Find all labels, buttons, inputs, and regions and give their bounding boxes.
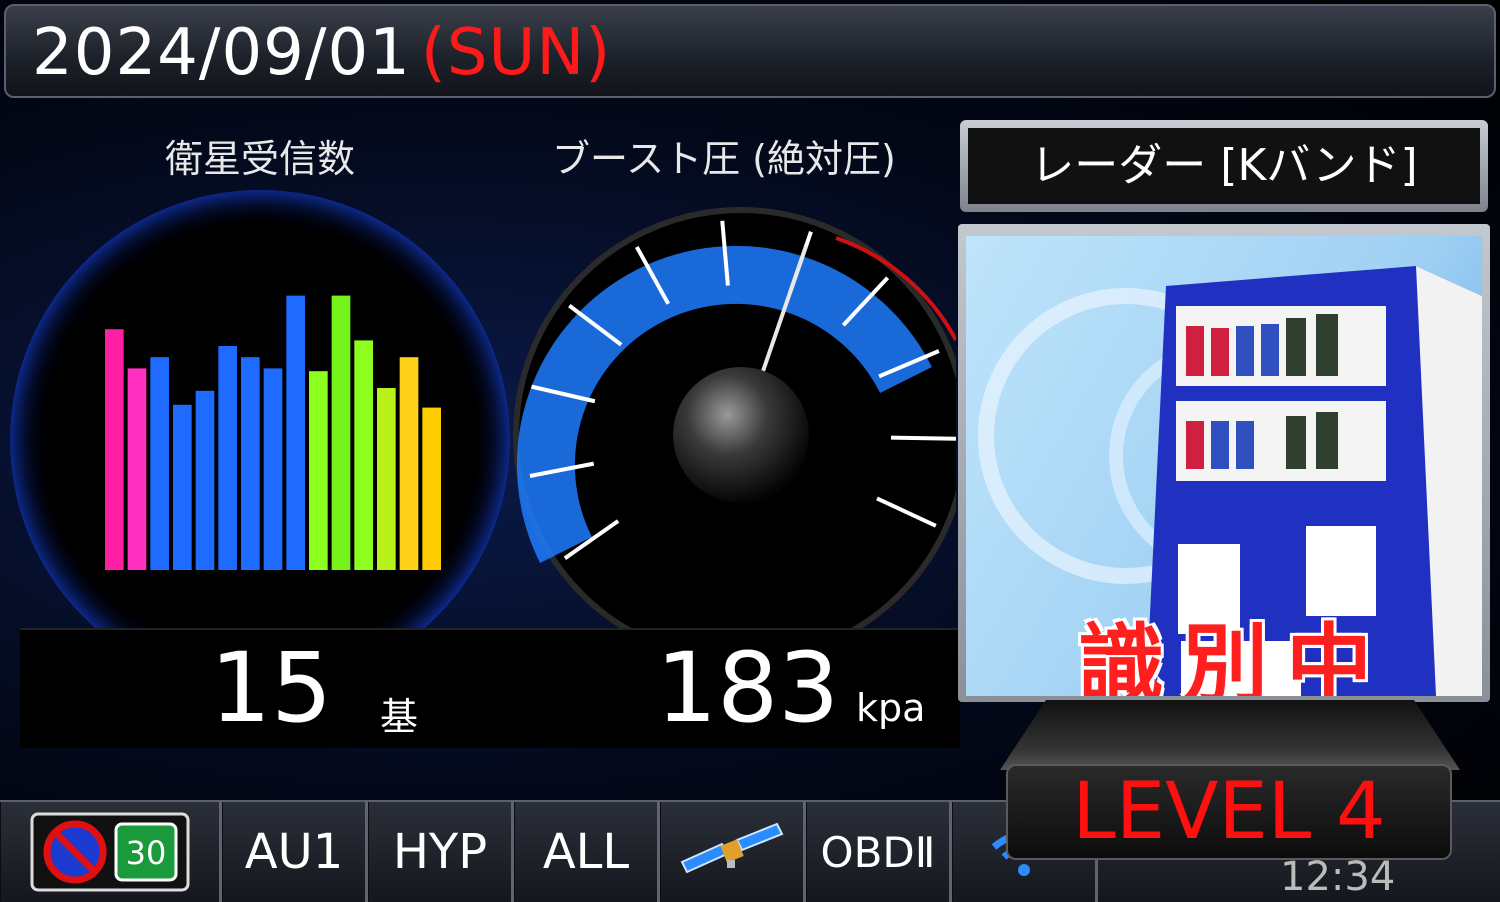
obd-button[interactable]: OBDⅡ bbox=[806, 802, 952, 902]
no-parking-speed-sign-icon: 30 bbox=[30, 812, 190, 892]
date-display: 2024/09/01 (SUN) bbox=[32, 16, 611, 90]
satellite-bar bbox=[309, 371, 328, 570]
satellite-bar bbox=[263, 368, 283, 570]
radar-title-frame: レーダー [Kバンド] bbox=[960, 120, 1488, 212]
date-bar: 2024/09/01 (SUN) bbox=[4, 4, 1496, 98]
boost-title: ブースト圧 (絶対圧) bbox=[552, 137, 896, 181]
satellite-bar bbox=[150, 357, 169, 570]
satellite-bar bbox=[377, 388, 396, 570]
hyp-button[interactable]: HYP bbox=[368, 802, 514, 902]
radar-display: 識別中 bbox=[958, 224, 1490, 702]
satellite-bar bbox=[241, 357, 260, 570]
satellite-bar bbox=[286, 295, 305, 570]
boost-value: 183 bbox=[656, 632, 840, 744]
satellite-unit: 基 bbox=[380, 695, 419, 739]
satellite-icon bbox=[680, 822, 784, 874]
satellite-bar bbox=[218, 346, 237, 570]
satellite-bar bbox=[173, 404, 192, 570]
gauge-hub bbox=[673, 367, 809, 503]
boost-unit: kpa bbox=[856, 686, 926, 730]
clock: 12:34 bbox=[1280, 854, 1396, 900]
radar-title: レーダー [Kバンド] bbox=[968, 128, 1480, 204]
satellite-title: 衛星受信数 bbox=[165, 137, 356, 181]
radar-level: LEVEL 4 bbox=[1006, 764, 1452, 860]
readout-strip: 15 基 183 kpa bbox=[20, 628, 960, 748]
all-button[interactable]: ALL bbox=[514, 802, 660, 902]
radar-status-text: 識別中 bbox=[1078, 615, 1390, 696]
gauge-tick bbox=[890, 435, 956, 441]
satellite-bar bbox=[354, 340, 373, 570]
date-text: 2024/09/01 bbox=[32, 16, 411, 90]
gps-button[interactable] bbox=[660, 802, 806, 902]
sign-speed: 30 bbox=[126, 834, 167, 872]
satellite-bar bbox=[422, 407, 441, 570]
radar-stand bbox=[1000, 700, 1460, 770]
satellite-bar bbox=[399, 357, 419, 570]
satellite-bar bbox=[195, 390, 215, 570]
vending-machine-image: 識別中 bbox=[966, 236, 1482, 696]
satellite-bar-graph bbox=[105, 295, 441, 570]
satellite-bar bbox=[127, 368, 147, 570]
satellite-bar bbox=[105, 329, 124, 570]
road-sign-button[interactable]: 30 bbox=[0, 802, 222, 902]
boost-gauge bbox=[513, 207, 956, 660]
satellite-bar bbox=[331, 295, 351, 570]
satellite-count: 15 bbox=[210, 632, 333, 744]
au1-button[interactable]: AU1 bbox=[222, 802, 368, 902]
weekday-text: (SUN) bbox=[420, 16, 612, 90]
